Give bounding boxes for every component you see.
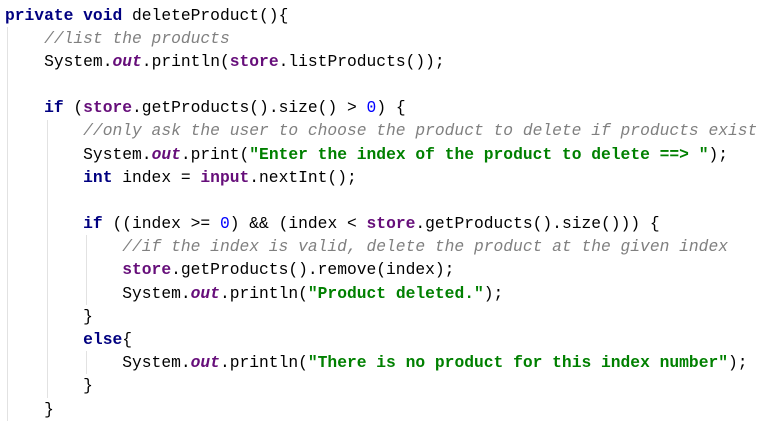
string-literal: "Enter the index of the product to delet… [249,144,709,164]
code-line-3[interactable]: System.out.println(store.listProducts())… [5,50,757,73]
code-area[interactable]: private void deleteProduct(){ //list the… [5,4,757,421]
closing-brace: } [44,399,54,419]
code-line-15[interactable]: else{ [5,328,757,351]
code-text: .println( [219,353,308,373]
keyword-token: else [83,330,123,349]
code-line-5[interactable]: if (store.getProducts().size() > 0) { [5,96,757,119]
code-editor[interactable]: private void deleteProduct(){ //list the… [0,0,784,424]
code-line-10[interactable]: if ((index >= 0) && (index < store.getPr… [5,212,757,235]
code-text: .println( [141,51,230,71]
code-text: ); [708,144,729,164]
opening-brace: { [122,330,133,349]
code-text: ) && (index < [229,214,367,234]
static-field-token: out [190,353,220,373]
code-text: .getProducts().remove(index); [171,260,455,280]
code-text: System. [122,283,191,303]
code-text: ); [483,283,504,303]
code-text: .print( [180,144,250,164]
code-text: .nextInt(); [249,167,357,187]
keyword-token: if [44,98,64,118]
static-field-token: out [151,144,181,164]
code-text: .listProducts()); [278,51,445,71]
code-text: ); [728,353,748,373]
code-text: System. [122,353,191,373]
number-literal: 0 [366,98,377,118]
field-token: store [366,214,416,234]
field-token: input [200,167,250,187]
code-text: ) { [376,98,406,118]
code-line-7[interactable]: System.out.print("Enter the index of the… [5,143,757,166]
static-field-token: out [112,51,142,71]
code-text: .println( [219,283,308,303]
code-line-2[interactable]: //list the products [5,27,757,50]
code-text: ( [63,98,84,118]
code-text: System. [44,51,113,71]
code-line-11[interactable]: //if the index is valid, delete the prod… [5,235,757,258]
string-literal: "There is no product for this index numb… [307,353,729,373]
code-line-14[interactable]: } [5,305,757,328]
code-text: index = [112,167,201,187]
code-text: deleteProduct(){ [122,5,289,25]
closing-brace: } [83,376,93,396]
field-token: store [229,51,279,71]
code-line-13[interactable]: System.out.println("Product deleted."); [5,282,757,305]
code-line-4[interactable] [5,73,757,96]
code-text: .getProducts().size() > [132,98,367,118]
code-text: .getProducts().size())) { [415,214,660,234]
code-text: ((index >= [102,214,220,234]
code-line-17[interactable]: } [5,374,757,397]
code-line-1[interactable]: private void deleteProduct(){ [5,4,757,27]
comment-text: //only ask the user to choose the produc… [83,121,758,141]
comment-text: //list the products [44,28,230,48]
static-field-token: out [190,283,220,303]
closing-brace: } [83,306,93,326]
code-line-8[interactable]: int index = input.nextInt(); [5,166,757,189]
keyword-token: int [83,167,113,187]
keyword-token: if [83,214,103,234]
code-line-18[interactable]: } [5,398,757,421]
field-token: store [83,98,133,118]
number-literal: 0 [219,214,230,234]
code-line-16[interactable]: System.out.println("There is no product … [5,351,757,374]
comment-text: //if the index is valid, delete the prod… [122,237,728,257]
string-literal: "Product deleted." [307,283,484,303]
code-text: System. [83,144,152,164]
code-line-9[interactable] [5,189,757,212]
keyword-token: private void [5,5,123,25]
code-line-6[interactable]: //only ask the user to choose the produc… [5,119,757,142]
code-line-12[interactable]: store.getProducts().remove(index); [5,258,757,281]
field-token: store [122,260,172,280]
